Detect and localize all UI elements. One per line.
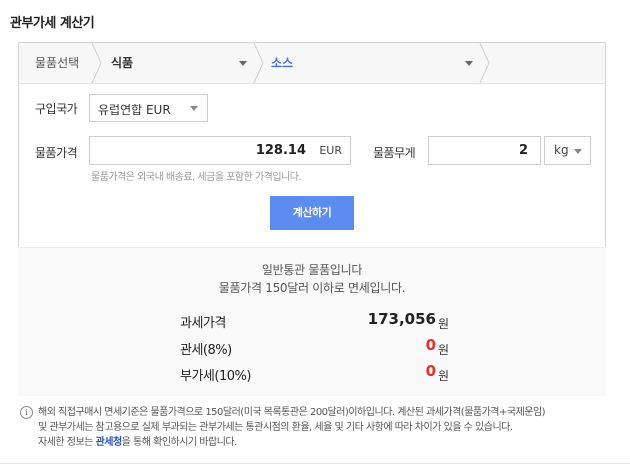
weight-value: 2 bbox=[518, 143, 528, 158]
price-hint: 물품가격은 외국내 배송료, 세금을 포함한 가격입니다. bbox=[91, 172, 302, 183]
price-value: 128.14 bbox=[255, 143, 306, 158]
weight-unit-select[interactable]: kg bbox=[544, 136, 591, 165]
info-icon: i bbox=[20, 406, 33, 419]
weight-unit: kg bbox=[554, 143, 569, 157]
divider bbox=[0, 463, 630, 464]
dropdown-arrow-icon bbox=[239, 61, 247, 66]
notice-line3-post: 을 통해 확인하시기 바랍니다. bbox=[121, 437, 238, 448]
category-bar: 물품선택 식품 소스 bbox=[19, 43, 605, 84]
notice-text: 해외 직접구매시 면세기준은 물품가격으로 150달러(미국 목록통관은 200… bbox=[38, 405, 618, 450]
notice-line1: 해외 직접구매시 면세기준은 물품가격으로 150달러(미국 목록통관은 200… bbox=[38, 407, 546, 418]
price-input[interactable]: 128.14 EUR bbox=[89, 136, 351, 165]
notice-line3-pre: 자세한 정보는 bbox=[38, 437, 96, 448]
category-selected: 식품 bbox=[111, 56, 134, 70]
dropdown-arrow-icon bbox=[190, 106, 198, 111]
chevron-right-icon bbox=[253, 43, 264, 83]
calculate-button[interactable]: 계산하기 bbox=[270, 196, 354, 230]
price-currency: EUR bbox=[319, 144, 342, 157]
chevron-right-icon bbox=[91, 43, 102, 83]
weight-input[interactable]: 2 bbox=[428, 136, 541, 165]
price-label: 물품가격 bbox=[35, 146, 78, 160]
notice-line3: 자세한 정보는 관세청을 통해 확인하시기 바랍니다. bbox=[38, 435, 618, 450]
weight-label: 물품무게 bbox=[373, 146, 416, 160]
chevron-right-icon bbox=[479, 43, 490, 83]
subcategory-selected: 소스 bbox=[271, 56, 294, 70]
dropdown-arrow-icon bbox=[465, 61, 473, 66]
notice-line2: 및 관부가세는 참고용으로 실제 부과되는 관부가세는 통관시점의 환율, 세율… bbox=[38, 422, 513, 433]
customs-service-link[interactable]: 관세청 bbox=[96, 437, 123, 448]
subcategory-dropdown[interactable]: 소스 bbox=[265, 43, 481, 83]
dropdown-arrow-icon bbox=[574, 149, 582, 154]
page-title: 관부가세 계산기 bbox=[10, 16, 95, 31]
category-dropdown[interactable]: 식품 bbox=[103, 43, 253, 83]
country-label: 구입국가 bbox=[35, 102, 78, 116]
country-value: 유럽연합 EUR bbox=[98, 103, 171, 117]
country-select[interactable]: 유럽연합 EUR bbox=[89, 94, 208, 122]
category-label: 물품선택 bbox=[35, 56, 80, 70]
